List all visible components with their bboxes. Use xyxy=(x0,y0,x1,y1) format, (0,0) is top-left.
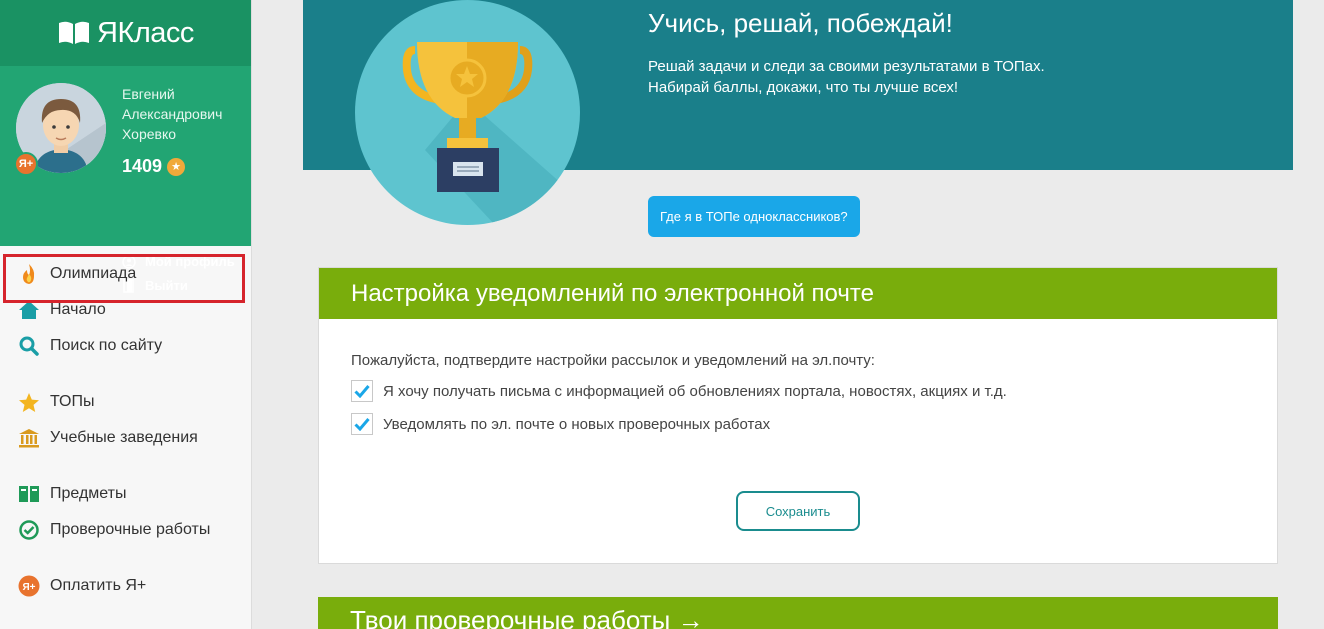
book-logo-icon xyxy=(59,21,90,44)
star-coin-icon: ★ xyxy=(167,157,186,176)
email-settings-body: Пожалуйста, подтвердите настройки рассыл… xyxy=(319,319,1277,564)
user-points: 1409 ★ xyxy=(122,156,186,177)
banner-line-1: Решай задачи и следи за своими результат… xyxy=(648,58,1045,75)
flame-icon xyxy=(18,263,40,285)
nav-item-label: ТОПы xyxy=(50,393,95,410)
nav-item-label: Олимпиада xyxy=(50,265,137,282)
nav-item-label: Проверочные работы xyxy=(50,521,211,538)
main-nav: Олимпиада Начало Поиск по сайту ТОПы Уче… xyxy=(0,246,251,604)
nav-item-institutions[interactable]: Учебные заведения xyxy=(0,420,251,456)
nav-item-olympiad[interactable]: Олимпиада xyxy=(0,256,251,292)
site-logo[interactable]: ЯКласс xyxy=(0,0,251,66)
search-icon xyxy=(18,335,40,357)
banner-line-2: Набирай баллы, докажи, что ты лучше всех… xyxy=(648,79,959,96)
tests-notify-option: Уведомлять по эл. почте о новых провероч… xyxy=(351,413,1245,435)
my-tests-card[interactable]: Твои проверочные работы → xyxy=(318,597,1278,629)
newsletter-label: Я хочу получать письма с информацией об … xyxy=(383,382,1007,400)
user-first-name: Евгений xyxy=(122,86,175,102)
banner-description: Решай задачи и следи за своими результат… xyxy=(648,56,1045,98)
nav-item-label: Предметы xyxy=(50,485,127,502)
user-full-name: Евгений Александрович Хоревко xyxy=(122,84,247,144)
nav-item-tops[interactable]: ТОПы xyxy=(0,384,251,420)
email-settings-title: Настройка уведомлений по электронной поч… xyxy=(319,268,1277,319)
user-last-name: Хоревко xyxy=(122,126,177,142)
trophy-icon xyxy=(402,42,580,225)
nav-item-subjects[interactable]: Предметы xyxy=(0,476,251,512)
nav-item-tests[interactable]: Проверочные работы xyxy=(0,512,251,548)
newsletter-checkbox[interactable] xyxy=(351,380,373,402)
user-profile-panel: Я+ Евгений Александрович Хоревко 1409 ★ … xyxy=(0,66,251,293)
user-middle-name: Александрович xyxy=(122,106,223,122)
svg-text:Я+: Я+ xyxy=(22,582,35,593)
ya-plus-badge: Я+ xyxy=(14,152,38,176)
nav-item-search[interactable]: Поиск по сайту xyxy=(0,328,251,364)
email-settings-card: Настройка уведомлений по электронной поч… xyxy=(318,267,1278,564)
sidebar: ЯКласс Я+ Евгений Александрович Хоревко … xyxy=(0,0,252,629)
nav-item-label: Оплатить Я+ xyxy=(50,577,147,594)
banner-title: Учись, решай, побеждай! xyxy=(648,8,953,38)
nav-item-label: Учебные заведения xyxy=(50,429,198,446)
checkmark-icon xyxy=(354,385,370,398)
nav-item-label: Поиск по сайту xyxy=(50,337,163,354)
points-value: 1409 xyxy=(122,156,163,176)
nav-item-home[interactable]: Начало xyxy=(0,292,251,328)
institution-icon xyxy=(18,427,40,449)
checkmark-icon xyxy=(354,418,370,431)
save-button[interactable]: Сохранить xyxy=(736,491,860,531)
ya-plus-icon: Я+ xyxy=(18,575,40,597)
logo-text: ЯКласс xyxy=(97,16,194,49)
tests-notify-checkbox[interactable] xyxy=(351,413,373,435)
newsletter-option: Я хочу получать письма с информацией об … xyxy=(351,380,1245,402)
trophy-illustration xyxy=(355,0,580,225)
classmates-top-button[interactable]: Где я в ТОПе одноклассников? xyxy=(648,196,860,237)
email-settings-intro: Пожалуйста, подтвердите настройки рассыл… xyxy=(351,352,875,369)
my-tests-title: Твои проверочные работы → xyxy=(350,605,704,629)
books-icon xyxy=(18,483,40,505)
nav-item-label: Начало xyxy=(50,301,106,318)
tests-notify-label: Уведомлять по эл. почте о новых провероч… xyxy=(383,415,771,433)
check-circle-icon xyxy=(18,519,40,541)
nav-item-pay[interactable]: Я+ Оплатить Я+ xyxy=(0,568,251,604)
home-icon xyxy=(18,299,40,321)
star-icon xyxy=(18,391,40,413)
